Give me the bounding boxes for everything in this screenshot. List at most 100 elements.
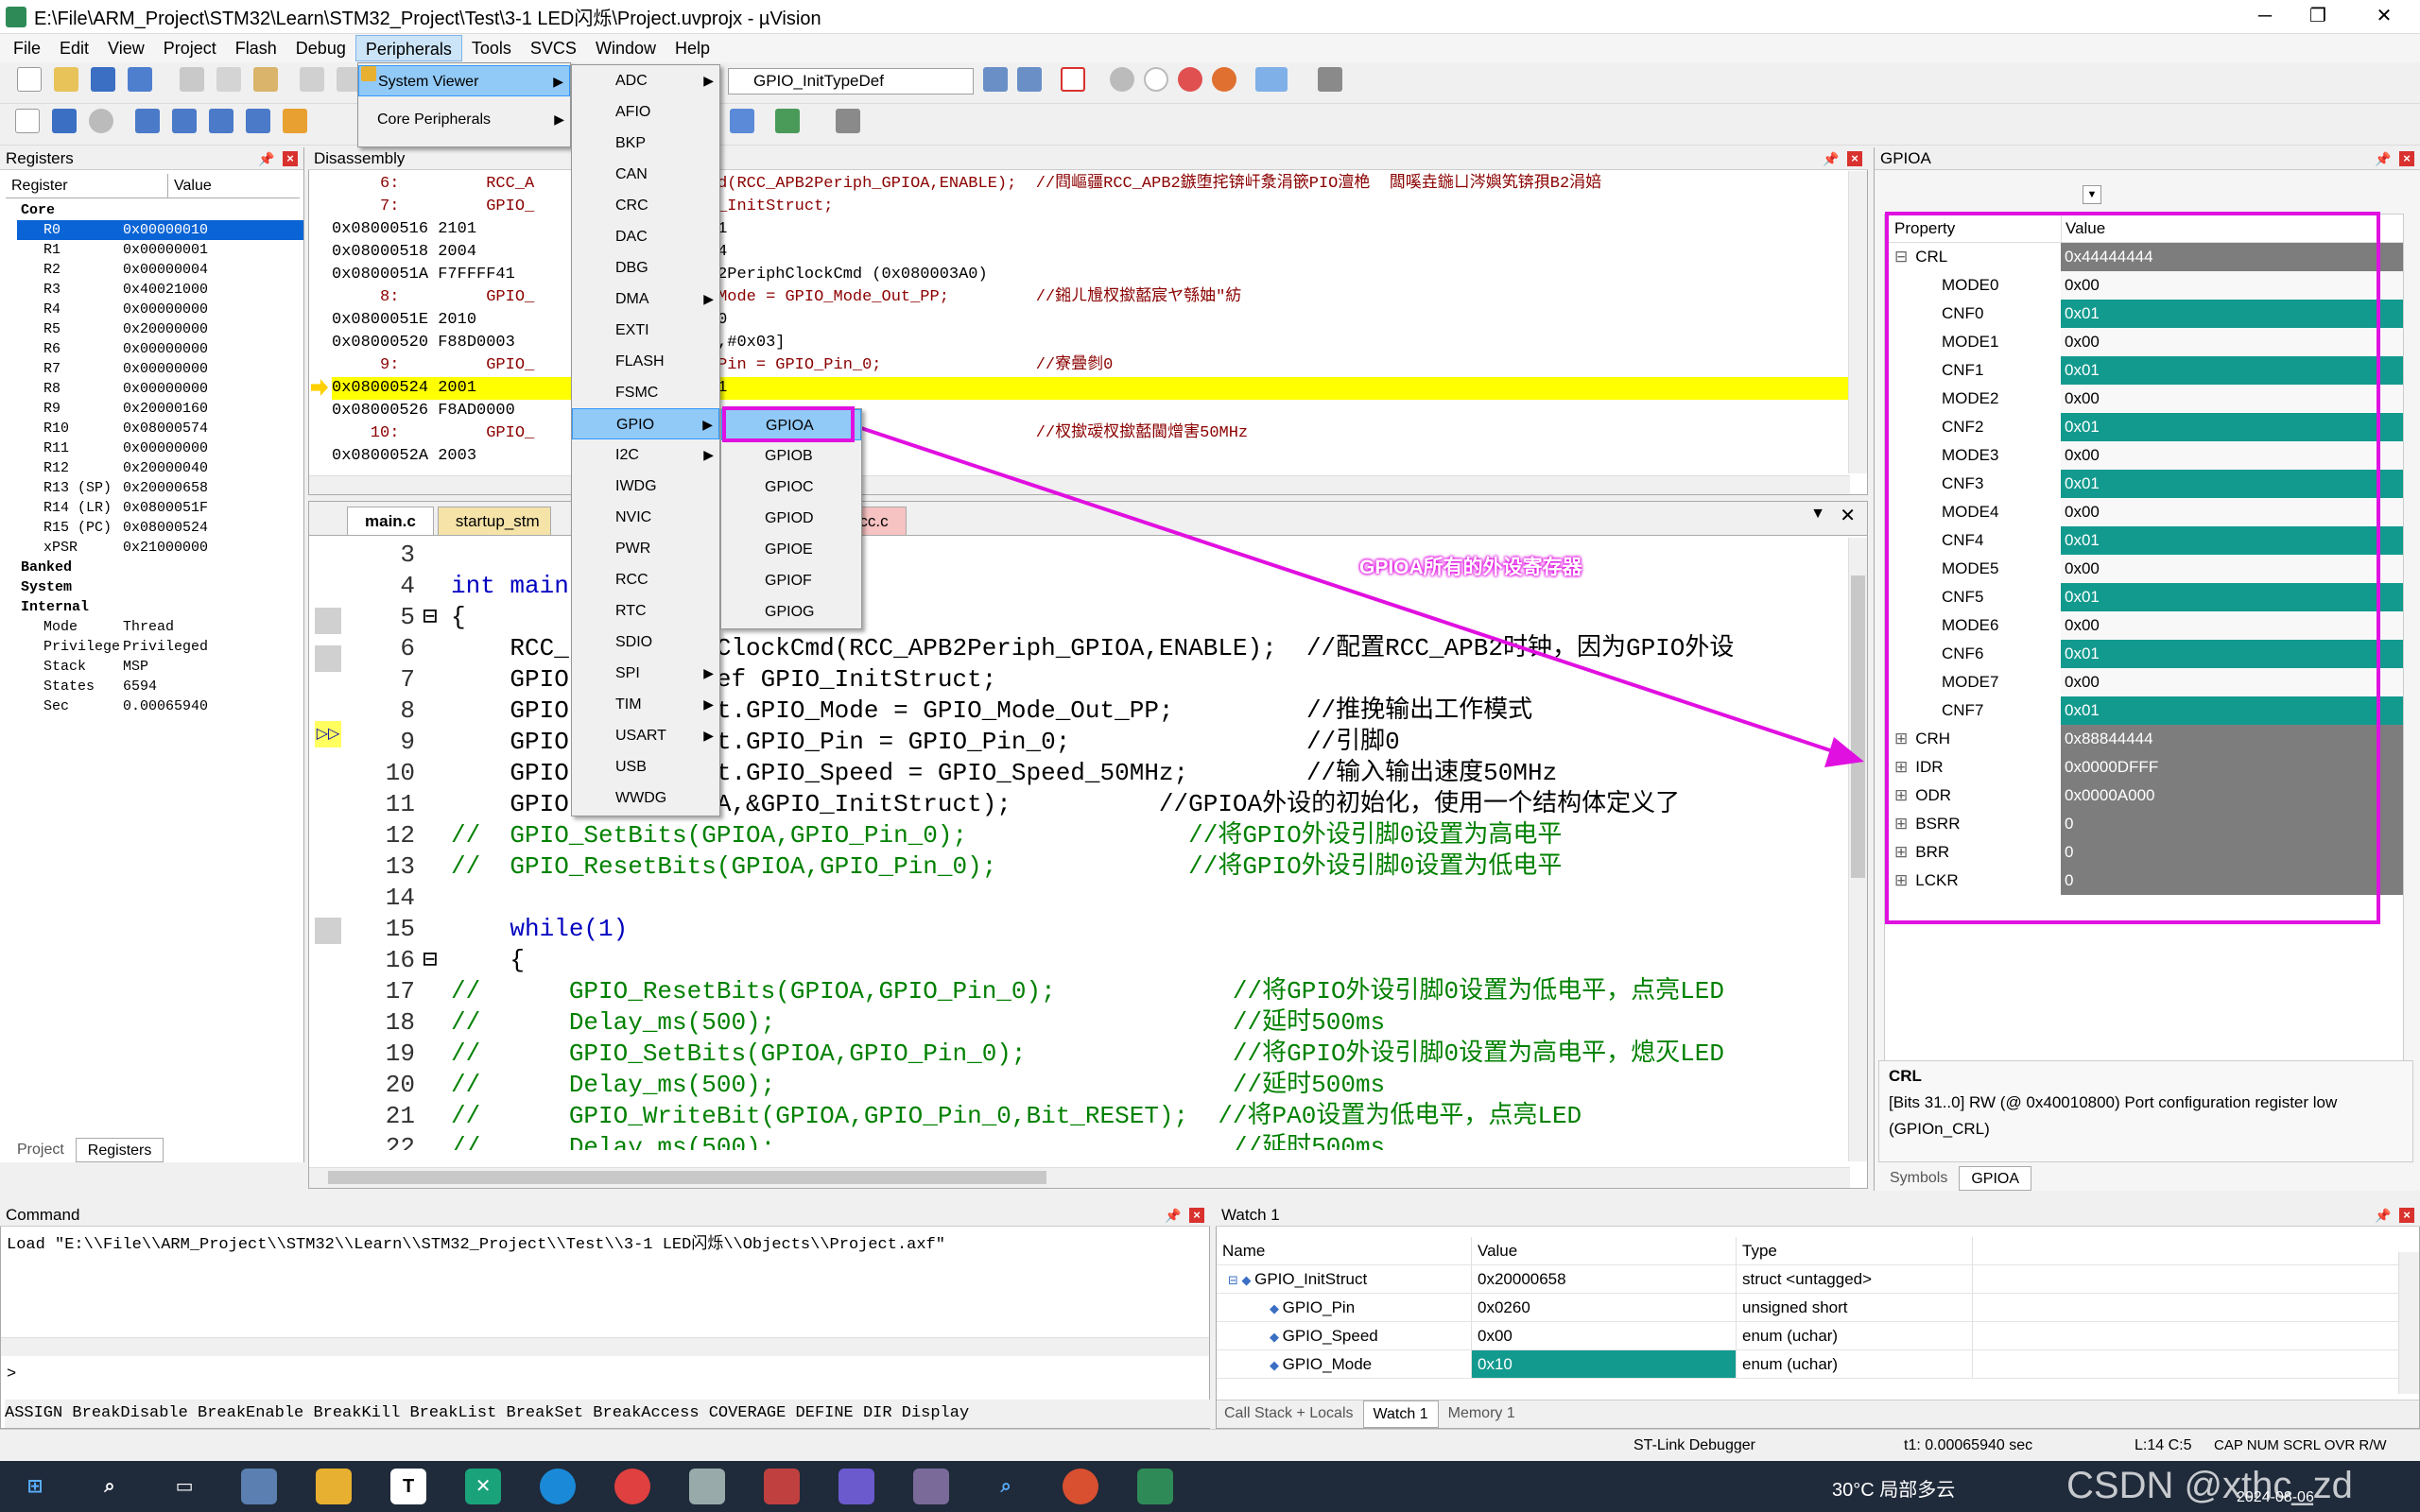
menu-item-rtc[interactable]: RTC xyxy=(572,595,719,627)
keil-icon[interactable] xyxy=(1137,1469,1174,1504)
menu-item-tim[interactable]: TIM ▶ xyxy=(572,689,719,720)
column-value[interactable]: Value xyxy=(1472,1237,1737,1264)
menu-item-rcc[interactable]: RCC xyxy=(572,564,719,595)
menu-item-crc[interactable]: CRC xyxy=(572,190,719,221)
app-icon[interactable] xyxy=(764,1469,801,1504)
column-name[interactable]: Name xyxy=(1217,1237,1472,1264)
struct-icon: ⊟ ◆ xyxy=(1228,1273,1255,1287)
watch-type: enum (uchar) xyxy=(1737,1350,1973,1378)
command-hint: ASSIGN BreakDisable BreakEnable BreakKil… xyxy=(5,1400,1211,1428)
watch-row[interactable]: ◆ GPIO_Speed 0x00 enum (uchar) xyxy=(1217,1322,2419,1350)
task-view-icon[interactable]: ▭ xyxy=(166,1469,203,1504)
watch-header: Watch 1 📌 × xyxy=(1216,1204,2420,1227)
watch-title: Watch 1 xyxy=(1221,1206,1280,1224)
pin-icon[interactable]: 📌 xyxy=(2375,1208,2391,1223)
close-icon[interactable]: × xyxy=(1189,1208,1204,1223)
tab-call-stack[interactable]: Call Stack + Locals xyxy=(1217,1400,1363,1428)
app-icon[interactable] xyxy=(689,1469,726,1504)
taskbar: ⊞ ⌕ ▭ T ✕ ⌕ 30°C 局部多云 2024-08-06 CSDN @x… xyxy=(0,1461,2420,1512)
menu-item-sdio[interactable]: SDIO xyxy=(572,627,719,658)
menu-item-flash[interactable]: FLASH xyxy=(572,346,719,377)
weather-text[interactable]: 30°C 局部多云 xyxy=(1832,1474,1955,1502)
command-input[interactable] xyxy=(24,1362,1196,1386)
calculator-icon[interactable] xyxy=(241,1469,278,1504)
tab-memory-1[interactable]: Memory 1 xyxy=(1439,1400,1525,1428)
member-icon: ◆ xyxy=(1270,1301,1283,1315)
menu-item-gpio[interactable]: GPIO ▶ xyxy=(572,408,719,439)
column-type[interactable]: Type xyxy=(1737,1237,1973,1264)
menu-item-spi[interactable]: SPI ▶ xyxy=(572,658,719,689)
watch-row[interactable]: ◆ GPIO_Mode 0x10 enum (uchar) xyxy=(1217,1350,2419,1379)
close-icon[interactable]: × xyxy=(2399,1208,2414,1223)
time-status: t1: 0.00065940 sec xyxy=(1904,1437,2033,1453)
watch-column-header: Name Value Type xyxy=(1217,1237,2419,1265)
tex-icon[interactable] xyxy=(838,1469,875,1504)
menu-item-usart[interactable]: USART ▶ xyxy=(572,720,719,751)
watch-row[interactable]: ◆ GPIO_Pin 0x0260 unsigned short xyxy=(1217,1294,2419,1322)
pin-icon[interactable]: 📌 xyxy=(1165,1208,1181,1223)
watch-scrollbar[interactable] xyxy=(2398,1252,2419,1394)
start-icon[interactable]: ⊞ xyxy=(17,1469,53,1504)
menu-item-dac[interactable]: DAC xyxy=(572,221,719,252)
menu-item-exti[interactable]: EXTI xyxy=(572,315,719,346)
submenu-arrow-icon: ▶ xyxy=(703,291,714,306)
menu-item-i2c[interactable]: I2C ▶ xyxy=(572,439,719,471)
menu-item-dbg[interactable]: DBG xyxy=(572,252,719,284)
file-explorer-icon[interactable] xyxy=(316,1469,353,1504)
menu-item-gpioa[interactable]: GPIOA xyxy=(721,409,861,440)
menu-item-gpiod[interactable]: GPIOD xyxy=(721,503,861,534)
menu-item-iwdg[interactable]: IWDG xyxy=(572,471,719,502)
watch-value[interactable]: 0x20000658 xyxy=(1472,1265,1737,1293)
watch-tabs: Call Stack + Locals Watch 1 Memory 1 xyxy=(1217,1400,2419,1428)
menu-item-usb[interactable]: USB xyxy=(572,751,719,782)
xmind-icon[interactable]: ✕ xyxy=(465,1469,502,1504)
submenu-arrow-icon: ▶ xyxy=(553,74,563,89)
menu-item-core-peripherals[interactable]: Core Peripherals ▶ xyxy=(358,104,570,135)
command-title: Command xyxy=(6,1206,80,1224)
submenu-arrow-icon: ▶ xyxy=(703,696,714,712)
command-hscrollbar[interactable] xyxy=(1,1337,1209,1356)
submenu-arrow-icon: ▶ xyxy=(554,112,564,127)
watch-value[interactable]: 0x0260 xyxy=(1472,1294,1737,1321)
menu-item-gpioe[interactable]: GPIOE xyxy=(721,534,861,565)
command-prompt: > xyxy=(7,1366,17,1383)
edge-icon[interactable] xyxy=(540,1469,577,1504)
position-status: L:14 C:5 xyxy=(2135,1437,2192,1453)
menu-item-pwr[interactable]: PWR xyxy=(572,533,719,564)
command-header: Command 📌 × xyxy=(0,1204,1210,1227)
member-icon: ◆ xyxy=(1270,1358,1283,1372)
command-output: Load "E:\\File\\ARM_Project\\STM32\\Lear… xyxy=(7,1236,945,1254)
submenu-arrow-icon: ▶ xyxy=(703,447,714,462)
menu-item-fsmc[interactable]: FSMC xyxy=(572,377,719,408)
menu-item-gpiof[interactable]: GPIOF xyxy=(721,565,861,596)
menu-item-can[interactable]: CAN xyxy=(572,159,719,190)
search-app-icon[interactable]: ⌕ xyxy=(988,1469,1025,1504)
gpio-menu: GPIOA GPIOB GPIOC GPIOD GPIOE GPIOF GPIOG xyxy=(720,408,862,629)
menu-item-gpioc[interactable]: GPIOC xyxy=(721,472,861,503)
menu-item-adc[interactable]: ADC ▶ xyxy=(572,65,719,96)
menu-item-bkp[interactable]: BKP xyxy=(572,128,719,159)
powerpoint-icon[interactable] xyxy=(1063,1469,1099,1504)
watch-name: GPIO_Pin xyxy=(1282,1298,1356,1316)
status-bar: ST-Link Debugger t1: 0.00065940 sec L:14… xyxy=(0,1429,2420,1461)
menu-item-dma[interactable]: DMA ▶ xyxy=(572,284,719,315)
keyboard-flags: CAP NUM SCRL OVR R/W xyxy=(2214,1437,2387,1453)
command-panel: Command 📌 × Load "E:\\File\\ARM_Project\… xyxy=(0,1204,1211,1429)
submenu-arrow-icon: ▶ xyxy=(703,665,714,680)
typora-icon[interactable]: T xyxy=(390,1469,427,1504)
menu-item-system-viewer[interactable]: System Viewer ▶ xyxy=(358,65,570,96)
chrome-icon[interactable] xyxy=(614,1469,651,1504)
app-icon[interactable] xyxy=(913,1469,950,1504)
menu-item-wwdg[interactable]: WWDG xyxy=(572,782,719,814)
search-icon[interactable]: ⌕ xyxy=(92,1469,129,1504)
watch-value[interactable]: 0x00 xyxy=(1472,1322,1737,1349)
watch-value[interactable]: 0x10 xyxy=(1472,1350,1737,1378)
menu-item-afio[interactable]: AFIO xyxy=(572,96,719,128)
menu-item-gpiob[interactable]: GPIOB xyxy=(721,440,861,472)
menu-item-gpiog[interactable]: GPIOG xyxy=(721,596,861,627)
submenu-arrow-icon: ▶ xyxy=(703,728,714,743)
menu-item-nvic[interactable]: NVIC xyxy=(572,502,719,533)
watch-row[interactable]: ⊟ ◆ GPIO_InitStruct 0x20000658 struct <unt… xyxy=(1217,1265,2419,1294)
annotation-label: GPIOA所有的外设寄存器 xyxy=(1359,557,1582,578)
tab-watch-1[interactable]: Watch 1 xyxy=(1362,1400,1439,1428)
